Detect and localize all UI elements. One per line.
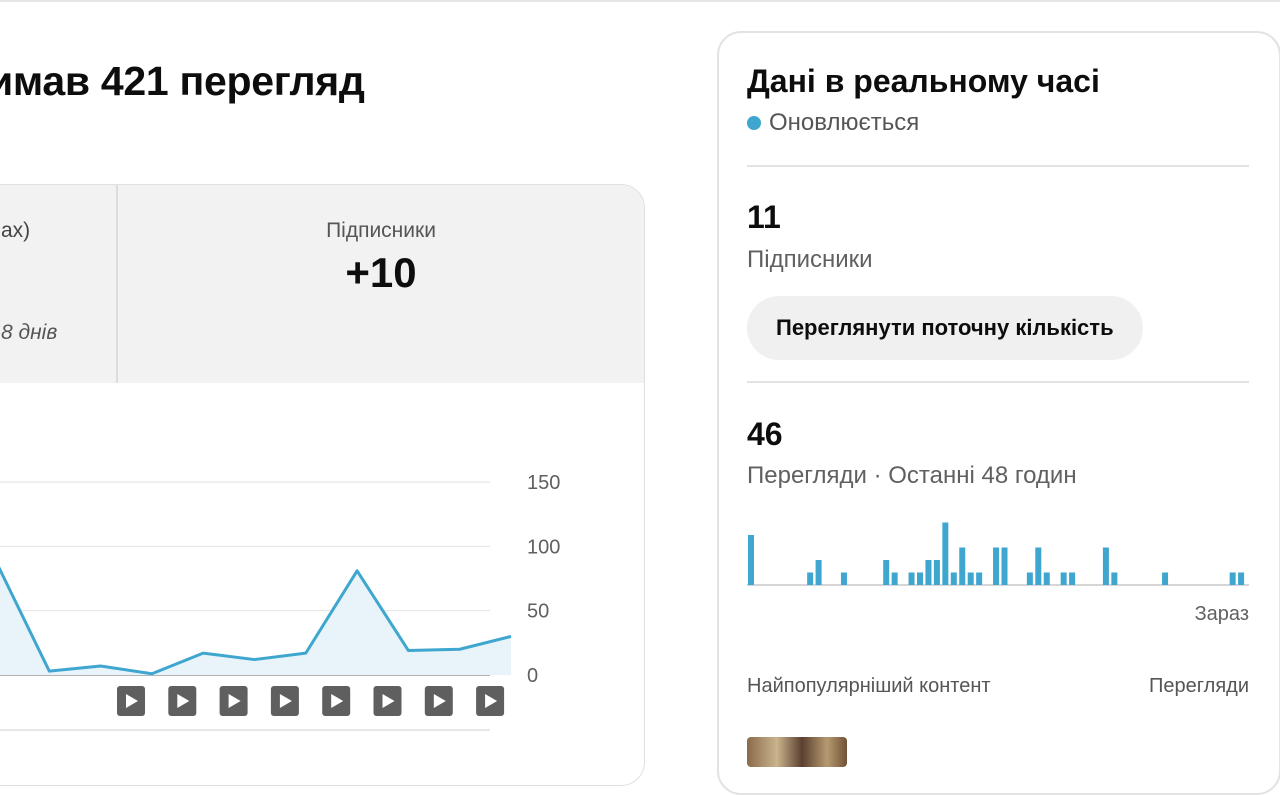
hourly-bar xyxy=(917,572,923,585)
hourly-bar xyxy=(1238,572,1245,585)
views-chart: 150 100 50 0 xyxy=(0,472,560,731)
y-tick-label: 50 xyxy=(527,601,549,623)
realtime-subscribers-label: Підписники xyxy=(747,246,873,273)
hourly-bar xyxy=(1229,572,1236,585)
top-content-views-label: Перегляди xyxy=(1149,675,1249,697)
stat-subscribers-label: Підписники xyxy=(326,219,436,242)
stats-strip: ах) 8 днів Підписники +10 xyxy=(0,185,644,383)
y-tick-label: 150 xyxy=(527,472,560,494)
hourly-bar xyxy=(1043,572,1050,585)
hourly-bar xyxy=(1060,572,1067,585)
page-headline: имав 421 перегляд xyxy=(0,58,365,104)
hourly-bar xyxy=(1001,547,1008,585)
hourly-bar xyxy=(1035,547,1042,585)
realtime-subscribers-count: 11 xyxy=(747,199,781,235)
realtime-status: Оновлюється xyxy=(747,109,919,137)
realtime-views-label: Перегляди · Останні 48 годин xyxy=(747,462,1077,489)
hourly-bar xyxy=(815,560,822,585)
video-marker-icon xyxy=(373,686,402,716)
stat-period-partial: 8 днів xyxy=(1,321,58,344)
hourly-bar xyxy=(807,572,814,585)
top-content-thumbnail[interactable] xyxy=(747,737,847,767)
hourly-bar xyxy=(959,547,966,585)
hourly-bar xyxy=(883,560,890,585)
hourly-bar xyxy=(993,547,1000,585)
video-marker-icon xyxy=(476,686,505,716)
hourly-bar xyxy=(840,572,847,585)
hourly-bar xyxy=(967,572,974,585)
hourly-bar xyxy=(925,560,932,585)
hourly-bar xyxy=(1069,572,1076,585)
top-content-label: Найпопулярніший контент xyxy=(747,675,991,697)
live-dot-icon xyxy=(747,116,761,130)
hourly-bar xyxy=(891,572,898,585)
hourly-bar xyxy=(1162,572,1169,585)
realtime-views-count: 46 xyxy=(747,416,783,452)
video-marker-icon xyxy=(117,686,145,716)
video-marker-icon xyxy=(270,686,299,716)
realtime-divider xyxy=(747,165,1249,167)
now-label: Зараз xyxy=(1194,603,1249,625)
hourly-bar xyxy=(1026,572,1033,585)
video-marker-icon xyxy=(219,686,248,716)
stat-subscribers[interactable]: Підписники +10 xyxy=(118,185,644,297)
realtime-status-text: Оновлюється xyxy=(769,109,920,136)
y-tick-label: 0 xyxy=(527,665,538,687)
video-marker-icon xyxy=(424,686,453,716)
hourly-bar xyxy=(1111,572,1118,585)
realtime-card: Дані в реальному часі Оновлюється 11 Під… xyxy=(717,31,1280,795)
hourly-views-chart xyxy=(747,522,1249,586)
hourly-bar xyxy=(1102,547,1109,585)
hourly-bar xyxy=(908,572,915,585)
view-current-count-button[interactable]: Переглянути поточну кількість xyxy=(747,296,1143,360)
hourly-bar xyxy=(950,572,957,585)
stat-subscribers-value: +10 xyxy=(345,249,417,296)
realtime-title: Дані в реальному часі xyxy=(747,63,1100,99)
realtime-divider xyxy=(747,381,1249,383)
hourly-bar xyxy=(942,522,949,585)
video-marker-icon xyxy=(322,686,351,716)
hourly-bar xyxy=(976,572,983,585)
hourly-bar xyxy=(748,535,754,585)
top-divider xyxy=(0,0,1280,2)
video-marker-icon xyxy=(168,686,197,716)
hourly-bar xyxy=(933,560,940,585)
y-tick-label: 100 xyxy=(527,536,560,558)
stat-label-partial: ах) xyxy=(1,219,31,242)
